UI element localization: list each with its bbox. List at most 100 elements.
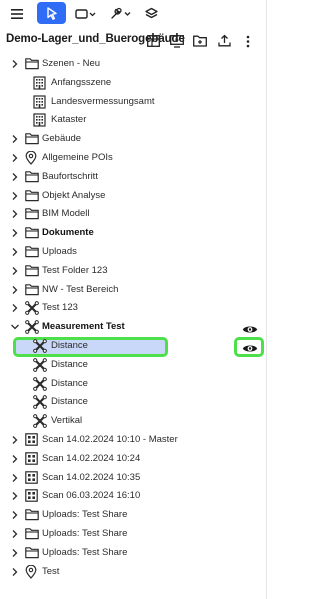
tree-item[interactable]: Szenen - Neu <box>0 55 267 74</box>
tree-item-label: Test <box>42 565 60 577</box>
folder-icon <box>25 508 39 522</box>
tree-item[interactable]: Test Folder 123 <box>0 262 267 281</box>
tree-item-label: Gebäude <box>42 133 82 145</box>
tree-item[interactable]: Allgemeine POIs <box>0 149 267 168</box>
tree-item[interactable]: Scan 14.02.2024 10:35 <box>0 469 267 488</box>
chevron-right-icon[interactable] <box>10 153 20 163</box>
eye-icon[interactable] <box>242 341 258 353</box>
tree-item[interactable]: BIM Modell <box>0 205 267 224</box>
menu-button[interactable] <box>7 3 27 24</box>
tree-item-label: Allgemeine POIs <box>42 151 113 163</box>
tree-item[interactable]: Scan 06.03.2024 16:10 <box>0 487 267 506</box>
tree-item[interactable]: Uploads: Test Share <box>0 506 267 525</box>
chevron-right-icon[interactable] <box>10 209 20 219</box>
upload-button[interactable] <box>216 32 232 48</box>
tree-item-label: Vertikal <box>51 415 83 427</box>
tree-item[interactable]: Baufortschritt <box>0 168 267 187</box>
tree-item[interactable]: Test 123 <box>0 299 267 318</box>
tree-item-label: Distance <box>51 339 88 351</box>
chevron-right-icon[interactable] <box>10 285 20 295</box>
tree-item-label: Szenen - Neu <box>42 58 101 69</box>
folder-icon <box>25 170 39 184</box>
chevron-right-icon[interactable] <box>10 435 20 445</box>
chevron-right-icon[interactable] <box>10 59 20 69</box>
chevron-right-icon[interactable] <box>10 191 20 201</box>
chevron-right-icon[interactable] <box>10 266 20 276</box>
present-button[interactable] <box>169 33 185 49</box>
tree-item[interactable]: Landesvermessungsamt <box>0 93 267 112</box>
folder-icon <box>25 132 39 146</box>
tree-item-label: NW - Test Bereich <box>42 283 119 295</box>
eye-icon[interactable] <box>242 322 258 334</box>
folder-icon <box>25 207 39 221</box>
layer-panel: Demo-Lager_und_Buerogebäude Szenen - Neu… <box>0 0 267 599</box>
tree-item-label: Uploads: Test Share <box>42 527 128 539</box>
tree-item[interactable]: Anfangsszene <box>0 74 267 93</box>
chevron-right-icon[interactable] <box>10 247 20 257</box>
cursor-arrow-icon <box>46 6 57 20</box>
tree-item[interactable]: Scan 14.02.2024 10:24 <box>0 450 267 469</box>
tree-item-label: Distance <box>51 377 88 389</box>
tree-item-label: Measurement Test <box>42 321 125 333</box>
chevron-right-icon[interactable] <box>10 510 20 520</box>
chevron-right-icon[interactable] <box>10 491 20 501</box>
folder-icon <box>25 283 39 297</box>
tree-item-label: Uploads: Test Share <box>42 509 128 521</box>
hamburger-icon <box>11 8 23 19</box>
tree-item[interactable]: Objekt Analyse <box>0 187 267 206</box>
layer-tree: Szenen - Neu Anfangsszene Landesvermessung… <box>0 55 267 581</box>
folder-icon <box>25 226 39 240</box>
tree-item[interactable]: Kataster <box>0 111 267 130</box>
tree-item[interactable]: Distance <box>0 336 267 357</box>
chevron-right-icon[interactable] <box>10 303 20 313</box>
tree-item[interactable]: Distance <box>0 356 267 375</box>
grid-view-icon <box>146 35 160 47</box>
chevron-right-icon[interactable] <box>10 134 20 144</box>
chevron-right-icon[interactable] <box>10 567 20 577</box>
tree-item[interactable]: Scan 14.02.2024 10:10 - Master <box>0 431 267 450</box>
scan-icon <box>25 489 39 503</box>
chevron-right-icon[interactable] <box>10 473 20 483</box>
building-icon <box>33 76 47 90</box>
chevron-right-icon[interactable] <box>10 172 20 182</box>
chevron-right-icon[interactable] <box>10 529 20 539</box>
layers-button[interactable] <box>141 3 161 24</box>
measure-icon <box>33 414 47 429</box>
tree-item-label: Distance <box>51 396 88 408</box>
toolbar <box>0 0 267 27</box>
tree-item[interactable]: Uploads: Test Share <box>0 525 267 544</box>
tree-item[interactable]: Measurement Test <box>0 318 267 337</box>
tree-item-label: Baufortschritt <box>42 170 98 182</box>
tool-dropdown-icon <box>111 7 131 19</box>
tree-item[interactable]: Dokumente <box>0 224 267 243</box>
folder-icon <box>25 57 39 71</box>
tree-item[interactable]: Gebäude <box>0 130 267 149</box>
tree-item[interactable]: NW - Test Bereich <box>0 281 267 300</box>
chevron-right-icon[interactable] <box>10 454 20 464</box>
tree-item-label: Scan 14.02.2024 10:35 <box>42 471 141 483</box>
present-icon <box>170 34 184 48</box>
tree-item-label: Objekt Analyse <box>42 189 106 201</box>
tree-item-label: Kataster <box>51 114 87 126</box>
tree-item[interactable]: Uploads <box>0 243 267 262</box>
tree-item[interactable]: Vertikal <box>0 412 267 431</box>
more-options-button[interactable] <box>240 33 256 49</box>
tree-item[interactable]: Distance <box>0 375 267 394</box>
pin-icon <box>25 564 39 579</box>
measure-icon <box>25 301 39 316</box>
chevron-down-icon[interactable] <box>10 322 20 332</box>
tree-item[interactable]: Test <box>0 563 267 582</box>
measure-tool-dropdown[interactable] <box>108 3 134 24</box>
rectangle-dropdown-icon <box>75 8 96 19</box>
grid-view-button[interactable] <box>145 33 161 49</box>
tree-item-label: Test Folder 123 <box>42 264 108 276</box>
tree-item[interactable]: Distance <box>0 393 267 412</box>
select-tool-button[interactable] <box>37 2 66 24</box>
chevron-right-icon[interactable] <box>10 548 20 558</box>
scan-icon <box>25 433 39 447</box>
tree-item-label: Dokumente <box>42 227 94 239</box>
chevron-right-icon[interactable] <box>10 228 20 238</box>
tree-item[interactable]: Uploads: Test Share <box>0 544 267 563</box>
folder-open-button[interactable] <box>192 33 208 49</box>
shape-tool-dropdown[interactable] <box>73 3 99 24</box>
